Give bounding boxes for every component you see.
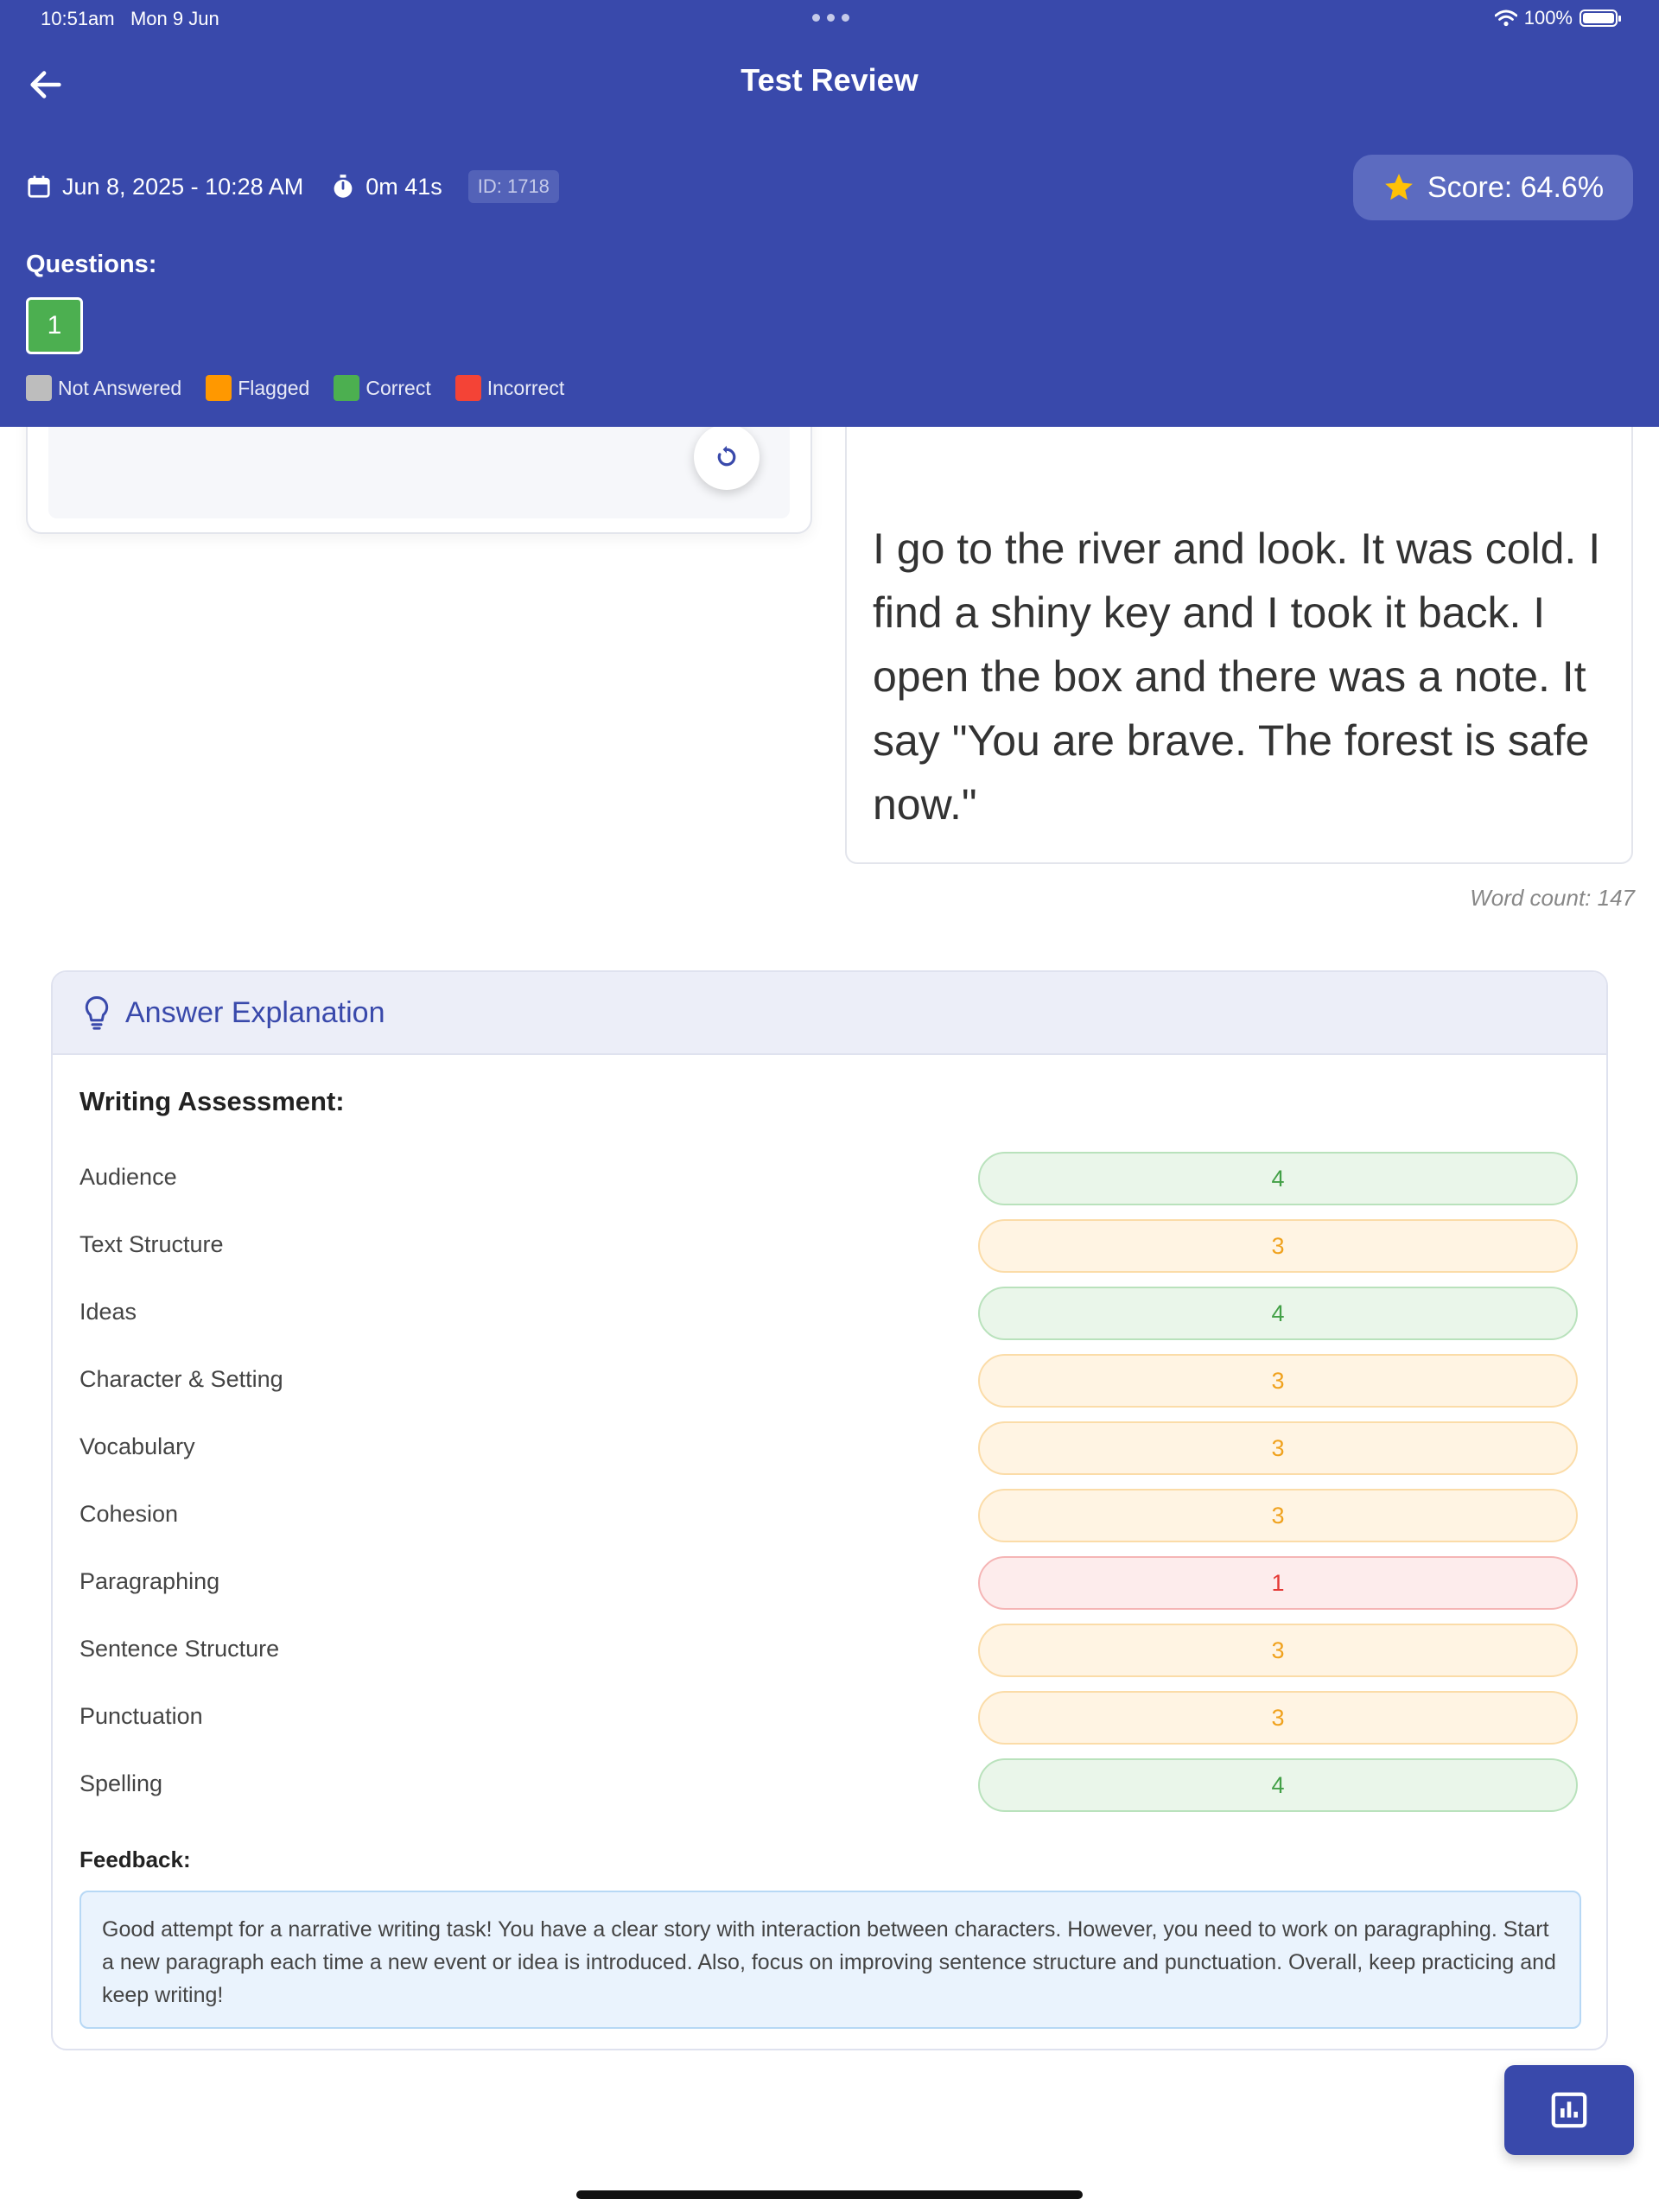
refresh-icon [717,445,736,467]
criteria-label: Character & Setting [79,1366,283,1392]
criteria-row: Paragraphing 1 [79,1556,1583,1610]
criteria-label: Sentence Structure [79,1636,280,1662]
app-header: 10:51am Mon 9 Jun 100% Test Review Jun 8… [0,0,1659,427]
answer-text: I go to the river and look. It was cold.… [873,524,1601,829]
question-button-1[interactable]: 1 [26,297,83,354]
clock-date: Mon 9 Jun [130,8,219,29]
battery-percent: 100% [1523,7,1573,29]
legend-swatch [26,375,52,401]
feedback-label: Feedback: [79,1847,191,1872]
criteria-score-pill: 3 [978,1421,1578,1475]
legend-correct: Correct [334,375,431,401]
criteria-label: Vocabulary [79,1433,195,1459]
stats-button[interactable] [1504,2065,1634,2155]
criteria-row: Audience 4 [79,1152,1583,1205]
wifi-icon [1494,10,1517,27]
criteria-label: Audience [79,1164,177,1190]
explanation-header[interactable]: Answer Explanation [53,972,1606,1055]
criteria-row: Punctuation 3 [79,1691,1583,1745]
legend-swatch [206,375,232,401]
answer-explanation-card: Answer Explanation Writing Assessment: A… [51,970,1608,2050]
legend-label: Incorrect [486,376,565,399]
criteria-label: Spelling [79,1770,163,1796]
test-datetime: Jun 8, 2025 - 10:28 AM [62,173,304,200]
prompt-area [48,416,790,518]
clock-time: 10:51am [41,8,115,29]
criteria-label: Ideas [79,1299,137,1325]
calendar-icon [26,174,52,200]
status-legend: Not Answered Flagged Correct Incorrect [26,375,588,401]
legend-swatch [334,375,360,401]
legend-flagged: Flagged [206,375,309,401]
feedback-text: Good attempt for a narrative writing tas… [79,1891,1581,2029]
home-indicator [576,2190,1083,2199]
criteria-row: Spelling 4 [79,1758,1583,1812]
legend-swatch [454,375,481,401]
criteria-score-pill: 3 [978,1489,1578,1542]
criteria-row: Ideas 4 [79,1287,1583,1340]
score-text: Score: 64.6% [1427,170,1605,204]
test-meta: Jun 8, 2025 - 10:28 AM 0m 41s ID: 1718 [26,170,559,203]
criteria-row: Cohesion 3 [79,1489,1583,1542]
legend-not-answered: Not Answered [26,375,181,401]
criteria-row: Vocabulary 3 [79,1421,1583,1475]
criteria-score-pill: 3 [978,1624,1578,1677]
reset-button[interactable] [694,424,760,490]
page-title: Test Review [741,62,918,98]
criteria-row: Character & Setting 3 [79,1354,1583,1408]
criteria-label: Punctuation [79,1703,203,1729]
lightbulb-icon [84,995,110,1030]
test-id-badge: ID: 1718 [467,170,559,203]
assessment-title: Writing Assessment: [79,1086,345,1116]
criteria-score-pill: 1 [978,1556,1578,1610]
status-bar: 10:51am Mon 9 Jun 100% [0,0,1659,38]
criteria-score-pill: 3 [978,1219,1578,1273]
criteria-row: Sentence Structure 3 [79,1624,1583,1677]
criteria-row: Text Structure 3 [79,1219,1583,1273]
test-duration: 0m 41s [365,173,442,200]
criteria-label: Text Structure [79,1231,224,1257]
criteria-score-pill: 3 [978,1354,1578,1408]
legend-incorrect: Incorrect [454,375,565,401]
criteria-score-pill: 3 [978,1691,1578,1745]
word-count: Word count: 147 [1470,885,1635,911]
bar-chart-icon [1551,2092,1587,2128]
criteria-score-pill: 4 [978,1287,1578,1340]
criteria-label: Cohesion [79,1501,179,1527]
explanation-title: Answer Explanation [125,995,385,1029]
stopwatch-icon [331,174,355,200]
status-time: 10:51am Mon 9 Jun [41,8,219,30]
battery-icon [1580,10,1621,27]
legend-label: Correct [365,376,431,399]
criteria-label: Paragraphing [79,1568,220,1594]
legend-label: Flagged [238,376,310,399]
score-badge: Score: 64.6% [1353,155,1633,220]
multitask-dots-icon[interactable] [812,14,849,22]
questions-label: Questions: [26,251,157,278]
legend-label: Not Answered [58,376,182,399]
criteria-score-pill: 4 [978,1152,1578,1205]
criteria-score-pill: 4 [978,1758,1578,1812]
status-right: 100% [1494,7,1621,29]
star-icon [1385,174,1413,200]
